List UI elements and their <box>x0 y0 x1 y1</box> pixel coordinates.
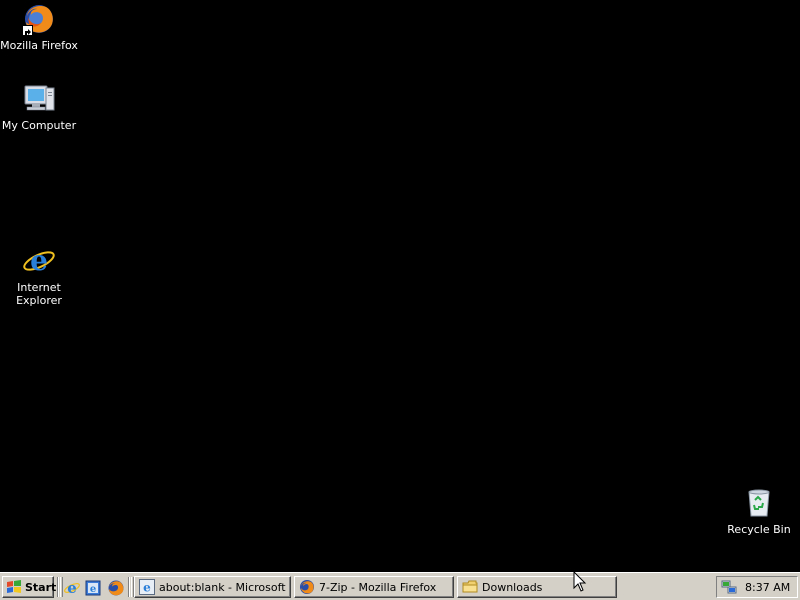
task-button-downloads-folder[interactable]: Downloads <box>457 576 617 598</box>
task-button-label: Downloads <box>482 580 543 594</box>
recycle-bin-icon <box>742 486 776 520</box>
network-icon[interactable] <box>721 579 737 595</box>
ie-icon: e <box>22 244 56 278</box>
desktop-icon-firefox[interactable]: Mozilla Firefox <box>0 2 78 52</box>
desktop: Mozilla Firefox My Computer e Internet E… <box>0 0 800 572</box>
task-button-label: 7-Zip - Mozilla Firefox <box>319 580 437 594</box>
task-button-firefox-7zip[interactable]: 7-Zip - Mozilla Firefox <box>294 576 454 598</box>
quick-launch-ie-icon[interactable]: e <box>63 579 81 597</box>
firefox-icon <box>299 579 315 595</box>
system-tray: 8:37 AM <box>716 576 798 598</box>
svg-text:e: e <box>30 244 48 277</box>
desktop-icon-label: Recycle Bin <box>727 523 791 536</box>
ie-icon: e <box>139 579 155 595</box>
desktop-icon-recycle-bin[interactable]: Recycle Bin <box>720 486 798 536</box>
start-label: Start <box>25 580 57 594</box>
clock[interactable]: 8:37 AM <box>745 581 790 594</box>
desktop-icon-my-computer[interactable]: My Computer <box>0 82 78 132</box>
task-button-label: about:blank - Microsoft I... <box>159 580 290 594</box>
taskbar: Start e e e about:blank - Microsoft I...… <box>0 572 800 600</box>
taskbar-separator <box>57 577 59 597</box>
start-button[interactable]: Start <box>2 576 57 598</box>
desktop-icon-label: My Computer <box>1 119 77 132</box>
windows-flag-icon <box>6 580 22 594</box>
quick-launch-firefox-icon[interactable] <box>107 579 125 597</box>
mouse-cursor-icon <box>573 570 587 593</box>
task-button-ie-about-blank[interactable]: e about:blank - Microsoft I... <box>134 576 291 598</box>
taskbar-separator <box>128 577 130 597</box>
folder-icon <box>462 579 478 595</box>
svg-text:e: e <box>67 579 77 597</box>
shortcut-arrow-icon <box>22 25 33 36</box>
svg-text:e: e <box>143 581 151 595</box>
desktop-icon-internet-explorer[interactable]: e Internet Explorer <box>0 244 78 307</box>
quick-launch-show-desktop-icon[interactable]: e <box>84 579 102 597</box>
computer-icon <box>22 82 56 116</box>
firefox-icon <box>22 2 56 36</box>
desktop-icon-label: Mozilla Firefox <box>0 39 78 52</box>
svg-text:e: e <box>90 584 96 595</box>
desktop-icon-label: Internet Explorer <box>16 281 62 307</box>
